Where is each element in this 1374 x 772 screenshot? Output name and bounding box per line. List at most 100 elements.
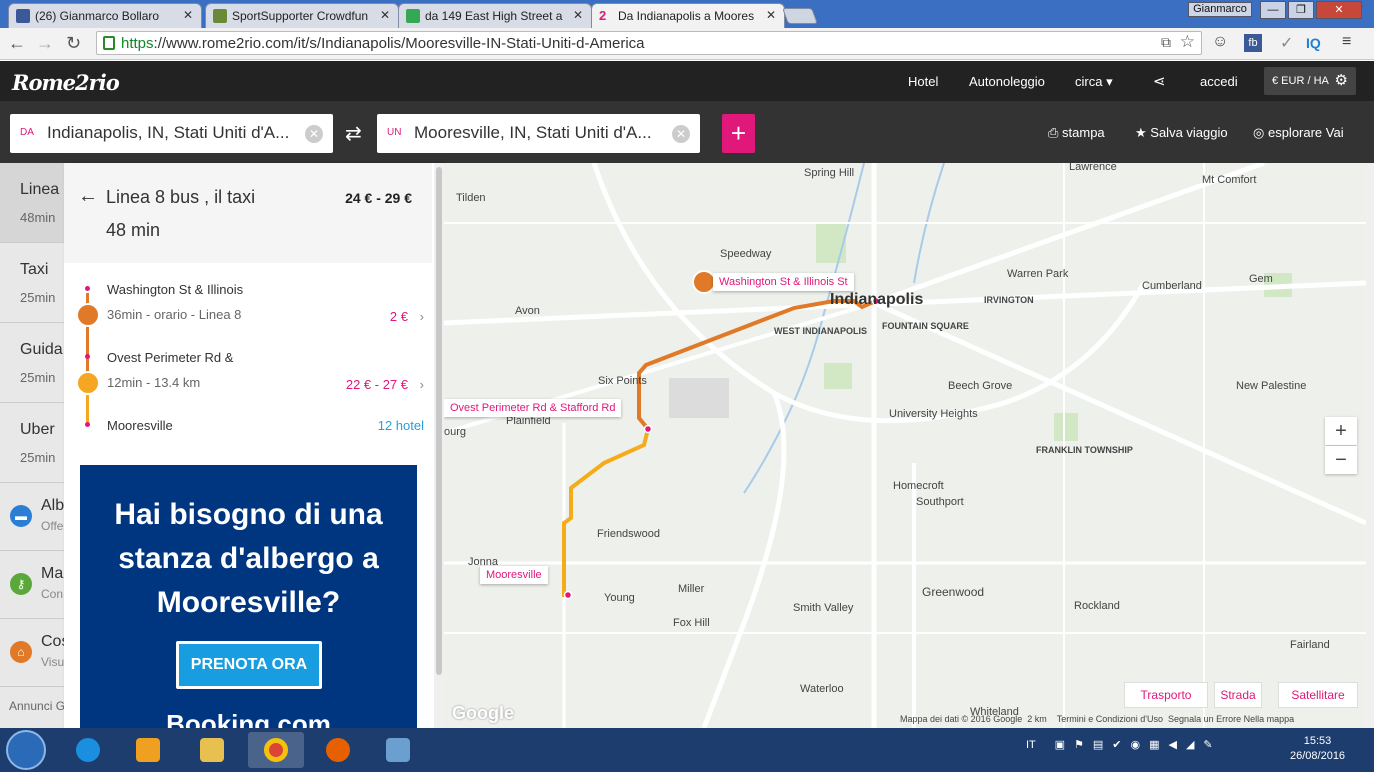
map-town: Cumberland [1142, 280, 1202, 292]
nav-hotel[interactable]: Hotel [908, 74, 938, 89]
browser-tab-rome2rio[interactable]: 2 Da Indianapolis a Moores ✕ [591, 3, 785, 28]
browser-tab-google-maps[interactable]: da 149 East High Street a ✕ [398, 3, 592, 28]
minimize-button[interactable]: — [1260, 1, 1286, 19]
taskbar-explorer[interactable] [184, 732, 240, 768]
currency-label: € EUR / HA [1272, 75, 1329, 87]
login-link[interactable]: accedi [1200, 74, 1238, 89]
map-label-start[interactable]: Washington St & Illinois St [713, 273, 854, 291]
map-town: IRVINGTON [984, 295, 1034, 305]
origin-field[interactable]: DA Indianapolis, IN, Stati Uniti d'A... … [10, 114, 333, 153]
option-uber[interactable]: Uber 25min [0, 403, 64, 483]
address-bar[interactable]: https://www.rome2rio.com/it/s/Indianapol… [96, 31, 1202, 55]
language-indicator[interactable]: IT [1026, 739, 1036, 751]
rome2rio-logo[interactable]: Rome2rio [12, 70, 120, 95]
back-arrow-icon[interactable]: ← [8, 33, 26, 54]
map-town: Indianapolis [830, 291, 924, 308]
share-icon[interactable]: ⋖ [1153, 72, 1166, 90]
report-link: Segnala un Errore Nella mappa [1168, 714, 1295, 724]
clock-date: 26/08/2016 [1290, 750, 1346, 762]
landmark-icon: ⌂ [10, 641, 32, 663]
rome2rio-icon: 2 [599, 8, 607, 23]
tray-icons[interactable]: ▣⚑▤✔◉▦◀◢✎ [1055, 739, 1222, 751]
chevron-right-icon: › [419, 309, 424, 324]
nav-car-rental[interactable]: Autonoleggio [969, 74, 1045, 89]
currency-settings-button[interactable]: € EUR / HA ⚙ [1264, 67, 1356, 95]
tab-title: da 149 East High Street a [425, 9, 563, 23]
stop-dot [85, 286, 90, 291]
back-arrow-icon[interactable]: ← [78, 185, 98, 208]
map-type-satellite[interactable]: Satellitare [1278, 682, 1358, 708]
tab-title: SportSupporter Crowdfun [232, 9, 369, 23]
map-label-transfer[interactable]: Ovest Perimeter Rd & Stafford Rd [444, 399, 622, 417]
taskbar-firefox[interactable] [310, 732, 366, 768]
service-attractions[interactable]: ⌂ Cos Visu [0, 619, 64, 687]
folder-icon [200, 738, 224, 762]
airport-area [669, 378, 729, 418]
print-button[interactable]: ⎙ stampa [1048, 125, 1105, 141]
nav-about[interactable]: circa ▾ [1075, 74, 1113, 90]
destination-field[interactable]: UN Mooresville, IN, Stati Uniti d'A... ✕ [377, 114, 700, 153]
zoom-in-button[interactable]: + [1325, 417, 1357, 445]
hotels-link[interactable]: 12 hotel [378, 418, 424, 433]
map-town: Fairland [1290, 639, 1330, 651]
fb-extension-icon[interactable]: fb [1244, 34, 1262, 52]
extension-emoji-icon[interactable]: ☺ [1212, 33, 1228, 51]
save-trip-button[interactable]: ★ Salva viaggio [1135, 125, 1228, 141]
book-now-button[interactable]: PRENOTA ORA [176, 641, 322, 689]
option-drive[interactable]: Guida 25min [0, 323, 64, 403]
option-time: 25min [20, 290, 56, 305]
taskbar-photos[interactable] [370, 732, 426, 768]
map-town: Speedway [720, 248, 772, 260]
windows-start-icon[interactable] [6, 730, 46, 770]
map-town: Homecroft [893, 480, 944, 492]
terms-link: Termini e Condizioni d'Uso [1056, 714, 1164, 724]
maximize-button[interactable]: ❐ [1288, 1, 1314, 19]
browser-tab-facebook[interactable]: (26) Gianmarco Bollaro ✕ [8, 3, 202, 28]
map-town: Smith Valley [793, 602, 854, 614]
segment-stop: Ovest Perimeter Rd & [107, 350, 234, 365]
checkmark-extension-icon[interactable]: ✓ [1280, 33, 1293, 53]
option-taxi[interactable]: Taxi 25min [0, 243, 64, 323]
clear-destination-icon[interactable]: ✕ [672, 125, 690, 143]
iq-extension-icon[interactable]: IQ [1306, 35, 1321, 51]
swap-icon[interactable]: ⇄ [345, 121, 362, 146]
clear-origin-icon[interactable]: ✕ [305, 125, 323, 143]
system-clock[interactable]: 15:53 26/08/2016 [1290, 734, 1345, 764]
map-town: Fox Hill [673, 617, 710, 629]
map-type-road[interactable]: Strada [1214, 682, 1262, 708]
close-icon[interactable]: ✕ [183, 8, 193, 22]
service-car-rental[interactable]: ⚷ Ma Con [0, 551, 64, 619]
explore-button[interactable]: ◎ esplorare Vai [1253, 125, 1344, 141]
close-icon[interactable]: ✕ [766, 8, 776, 22]
menu-icon[interactable]: ≡ [1342, 33, 1351, 51]
add-stop-button[interactable]: + [722, 114, 755, 153]
translate-icon[interactable]: ⧉ [1161, 34, 1171, 51]
bookmark-star-icon[interactable]: ☆ [1180, 32, 1195, 52]
taxi-route-line [562, 428, 650, 597]
service-hotels[interactable]: ▬ Alb Offe [0, 483, 64, 551]
map-town: Beech Grove [948, 380, 1013, 392]
taskbar-media[interactable] [120, 732, 176, 768]
page-scrollbar[interactable] [1366, 163, 1374, 728]
zoom-out-button[interactable]: − [1325, 446, 1357, 474]
tab-title: Da Indianapolis a Moores [618, 9, 755, 23]
scrollbar-thumb[interactable] [436, 167, 442, 675]
browser-user-button[interactable]: Gianmarco [1188, 2, 1252, 17]
route-map[interactable]: Lawrence Mt Comfort Spring Hill Tilden S… [444, 163, 1366, 728]
route-header: ← Linea 8 bus , il taxi 24 € - 29 € 48 m… [64, 163, 432, 263]
forward-arrow-icon[interactable]: → [36, 33, 54, 54]
booking-ad-banner[interactable]: Hai bisogno di una stanza d'albergo a Mo… [80, 465, 417, 728]
ie-icon [76, 738, 100, 762]
close-icon[interactable]: ✕ [380, 8, 390, 22]
park-area [824, 363, 852, 389]
taskbar-chrome[interactable] [248, 732, 304, 768]
reload-icon[interactable]: ↻ [66, 33, 81, 54]
option-bus[interactable]: Linea 48min [0, 163, 64, 243]
taskbar-ie[interactable] [60, 732, 116, 768]
new-tab-button[interactable] [782, 8, 818, 24]
map-type-transit[interactable]: Trasporto [1124, 682, 1208, 708]
browser-tab-sportsupporter[interactable]: SportSupporter Crowdfun ✕ [205, 3, 399, 28]
map-label-destination[interactable]: Mooresville [480, 566, 548, 584]
window-close-button[interactable]: ✕ [1316, 1, 1362, 19]
close-icon[interactable]: ✕ [573, 8, 583, 22]
